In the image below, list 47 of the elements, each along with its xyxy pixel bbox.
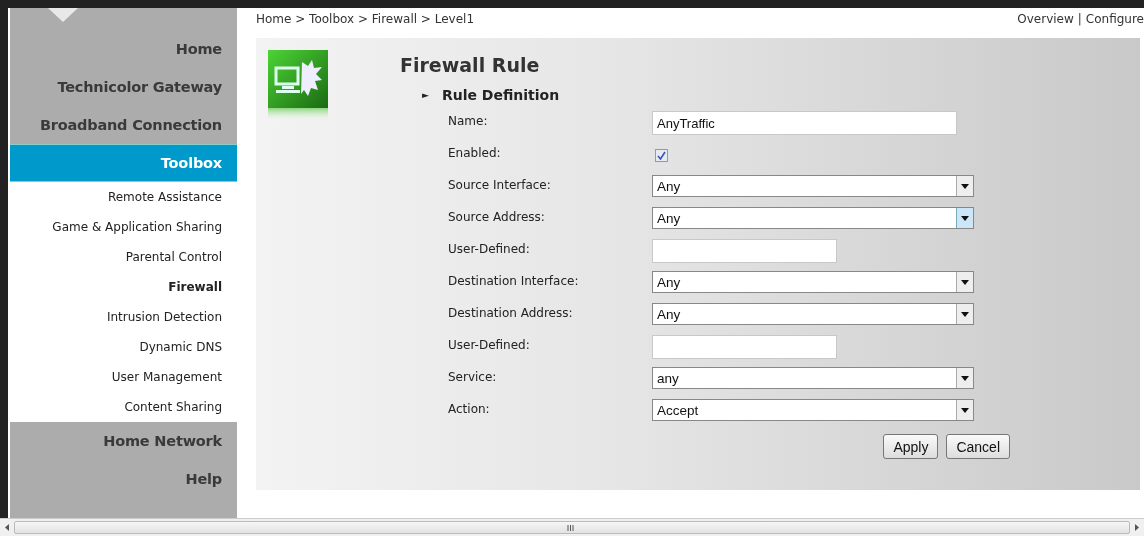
header-link[interactable]: Overview [1017, 0, 1074, 38]
field-label: User-Defined: [448, 241, 531, 258]
scroll-right-icon[interactable] [1135, 524, 1139, 531]
checkbox[interactable] [655, 149, 668, 162]
dropdown[interactable]: Any [652, 175, 974, 197]
breadcrumb: Home > Toolbox > Firewall > Level1 [256, 11, 475, 28]
nav-item[interactable]: Home Network [10, 422, 237, 460]
field-label: Source Address: [448, 209, 546, 226]
grip-icon [566, 524, 574, 531]
nav-item[interactable]: User Management [10, 362, 237, 392]
nav-item[interactable]: Broadband Connection [10, 106, 237, 144]
link-separator: | [1077, 11, 1082, 28]
dropdown[interactable]: Any [652, 207, 974, 229]
nav-item[interactable]: Intrusion Detection [10, 302, 237, 332]
text-field[interactable] [652, 239, 837, 263]
scrollbar-thumb[interactable] [14, 521, 1130, 534]
field-label: Service: [448, 369, 498, 386]
field-label: Destination Address: [448, 305, 574, 322]
pointer-notch [48, 8, 78, 22]
field-label: Destination Interface: [448, 273, 580, 290]
header-link[interactable]: Configure [1085, 0, 1144, 38]
nav-item[interactable]: Parental Control [10, 242, 237, 272]
nav-item[interactable]: Home [10, 30, 237, 68]
nav-item[interactable]: Dynamic DNS [10, 332, 237, 362]
nav-item[interactable]: Help [10, 460, 237, 498]
text-field[interactable] [652, 335, 837, 359]
nav-item[interactable]: Firewall [10, 272, 237, 302]
nav-item[interactable]: Remote Assistance [10, 182, 237, 212]
nav-item[interactable]: Content Sharing [10, 392, 237, 422]
dropdown[interactable]: Any [652, 271, 974, 293]
scroll-left-icon[interactable] [5, 524, 9, 531]
section-title: Rule Definition [441, 87, 560, 103]
nav-item[interactable]: Technicolor Gateway [10, 68, 237, 106]
action-button[interactable]: Cancel [946, 434, 1010, 459]
field-label: Enabled: [448, 145, 502, 162]
dropdown[interactable]: any [652, 367, 974, 389]
field-label: Action: [448, 401, 491, 418]
dropdown[interactable]: Accept [652, 399, 974, 421]
field-label: User-Defined: [448, 337, 531, 354]
field-label: Name: [448, 113, 489, 130]
page-title: Firewall Rule [400, 54, 541, 78]
nav-item[interactable]: Game & Application Sharing [10, 212, 237, 242]
text-field[interactable]: AnyTraffic [652, 111, 957, 135]
expand-marker[interactable]: ► [422, 90, 429, 100]
dropdown[interactable]: Any [652, 303, 974, 325]
field-label: Source Interface: [448, 177, 552, 194]
action-button[interactable]: Apply [883, 434, 939, 459]
